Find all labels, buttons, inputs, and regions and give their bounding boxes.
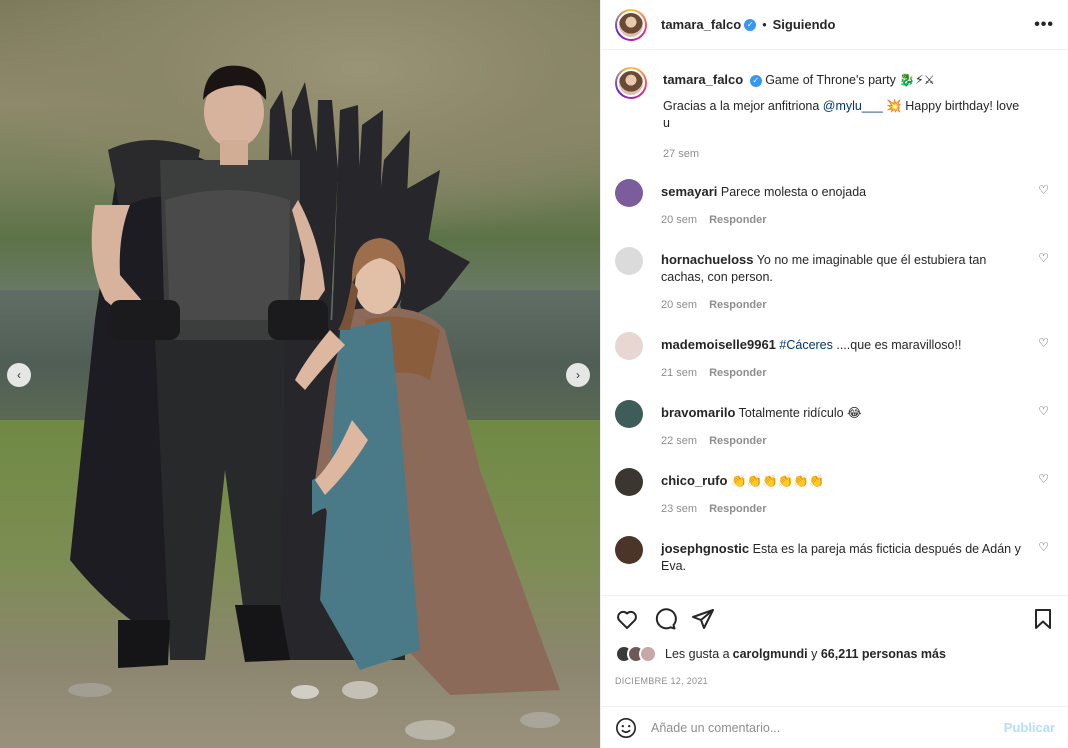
reply-button[interactable]: Responder — [709, 435, 766, 447]
caption-thanks: Gracias a la mejor anfitriona — [663, 99, 823, 113]
post-modal: ‹ › tamara_falco ✓ • Siguiendo ••• tamar… — [0, 0, 1068, 748]
commenter-avatar[interactable] — [615, 332, 643, 360]
comment-text: 👏👏👏👏👏👏 — [730, 474, 825, 488]
reply-button[interactable]: Responder — [709, 367, 766, 379]
caption-author-avatar[interactable] — [615, 67, 647, 99]
share-icon[interactable] — [691, 607, 715, 631]
post-header: tamara_falco ✓ • Siguiendo ••• — [601, 0, 1068, 50]
comment-item: semayari Parece molesta o enojada 20 sem… — [615, 179, 1055, 229]
more-horizontal-icon[interactable]: ••• — [1034, 16, 1054, 34]
caption: tamara_falco ✓ Game of Throne's party 🐉⚡… — [615, 67, 1055, 163]
comment-like-heart-icon[interactable]: ♡ — [1038, 472, 1049, 486]
post-actions: Les gusta a carolgmundi y 66,211 persona… — [601, 595, 1068, 686]
chevron-left-icon: ‹ — [17, 368, 21, 382]
heart-icon[interactable] — [615, 607, 639, 631]
costume-couple-illustration — [68, 65, 560, 740]
comment-like-heart-icon[interactable]: ♡ — [1038, 251, 1049, 265]
post-sidebar: tamara_falco ✓ • Siguiendo ••• tamara_fa… — [600, 0, 1068, 748]
comment-item: mademoiselle9961 #Cáceres ....que es mar… — [615, 332, 1055, 382]
comment-username[interactable]: hornachueloss — [661, 252, 753, 267]
comment-hashtag-link[interactable]: #Cáceres — [779, 338, 833, 352]
caption-text: Game of Throne's party 🐉⚡⚔ — [765, 73, 935, 87]
comment-text: Totalmente ridículo 😂 — [738, 406, 862, 420]
comment-username[interactable]: semayari — [661, 184, 717, 199]
bookmark-icon[interactable] — [1031, 607, 1055, 631]
comment-time[interactable]: 21 sem — [661, 367, 697, 379]
reply-button[interactable]: Responder — [709, 299, 766, 311]
comment-like-heart-icon[interactable]: ♡ — [1038, 404, 1049, 418]
post-photo: ‹ › — [0, 0, 600, 748]
publish-button[interactable]: Publicar — [1004, 720, 1055, 735]
likes-prefix: Les gusta a — [665, 647, 730, 661]
likers-avatars[interactable] — [615, 645, 657, 663]
emoji-icon[interactable] — [615, 717, 637, 739]
comment-item: chico_rufo 👏👏👏👏👏👏 23 sem Responder ♡ — [615, 468, 1055, 518]
separator-dot: • — [762, 17, 767, 32]
post-date[interactable]: DICIEMBRE 12, 2021 — [615, 676, 1055, 686]
likes-count[interactable]: 66,211 personas más — [821, 647, 946, 661]
comment-time[interactable]: 20 sem — [661, 214, 697, 226]
following-button[interactable]: Siguiendo — [773, 17, 836, 32]
author-avatar[interactable] — [615, 8, 647, 41]
comment-item: josephgnostic Esta es la pareja más fict… — [615, 536, 1055, 575]
next-photo-button[interactable]: › — [566, 363, 590, 387]
comment-text: ....que es maravilloso!! — [832, 338, 962, 352]
comment-username[interactable]: mademoiselle9961 — [661, 337, 776, 352]
comment-like-heart-icon[interactable]: ♡ — [1038, 336, 1049, 350]
comment-time[interactable]: 20 sem — [661, 299, 697, 311]
action-icons-row — [615, 596, 1055, 642]
likes-username[interactable]: carolgmundi — [733, 647, 808, 661]
previous-photo-button[interactable]: ‹ — [7, 363, 31, 387]
comment-text: Parece molesta o enojada — [720, 185, 867, 199]
comment-like-heart-icon[interactable]: ♡ — [1038, 540, 1049, 554]
verified-badge-icon: ✓ — [749, 74, 762, 87]
verified-badge-icon: ✓ — [744, 18, 757, 31]
comment-item: hornachueloss Yo no me imaginable que él… — [615, 247, 1055, 314]
comments-list[interactable]: tamara_falco ✓ Game of Throne's party 🐉⚡… — [601, 51, 1068, 594]
likes-and: y — [807, 647, 821, 661]
comment-like-heart-icon[interactable]: ♡ — [1038, 183, 1049, 197]
reply-button[interactable]: Responder — [709, 503, 766, 515]
commenter-avatar[interactable] — [615, 179, 643, 207]
caption-time[interactable]: 27 sem — [663, 148, 699, 160]
comment-time[interactable]: 22 sem — [661, 435, 697, 447]
reply-button[interactable]: Responder — [709, 214, 766, 226]
add-comment-bar: Publicar — [601, 706, 1068, 748]
caption-mention-link[interactable]: @mylu___ — [823, 99, 883, 113]
commenter-avatar[interactable] — [615, 536, 643, 564]
comment-icon[interactable] — [653, 607, 677, 631]
author-username[interactable]: tamara_falco — [661, 17, 741, 32]
comment-input[interactable] — [651, 720, 1004, 735]
comment-username[interactable]: josephgnostic — [661, 541, 749, 556]
commenter-avatar[interactable] — [615, 247, 643, 275]
likes-summary: Les gusta a carolgmundi y 66,211 persona… — [615, 642, 1055, 666]
comment-username[interactable]: bravomarilo — [661, 405, 735, 420]
comment-item: bravomarilo Totalmente ridículo 😂 22 sem… — [615, 400, 1055, 450]
commenter-avatar[interactable] — [615, 468, 643, 496]
chevron-right-icon: › — [576, 368, 580, 382]
comment-username[interactable]: chico_rufo — [661, 473, 727, 488]
caption-username[interactable]: tamara_falco — [663, 72, 743, 87]
commenter-avatar[interactable] — [615, 400, 643, 428]
comment-time[interactable]: 23 sem — [661, 503, 697, 515]
